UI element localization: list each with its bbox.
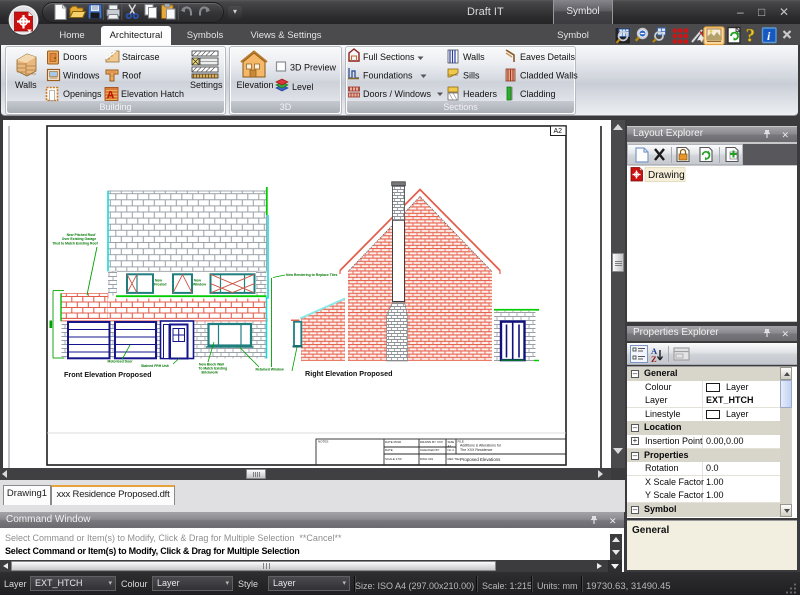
svg-text:Roof: Roof <box>122 71 142 81</box>
svg-text:Settings: Settings <box>190 80 223 90</box>
svg-text:DATE 05/00: DATE 05/00 <box>385 440 401 444</box>
svg-text:Right Elevation Proposed: Right Elevation Proposed <box>305 369 392 378</box>
svg-text:Windows: Windows <box>63 71 100 81</box>
svg-text:DATE: DATE <box>385 448 393 452</box>
svg-text:Full Sections: Full Sections <box>363 52 415 62</box>
svg-text:Brickwork: Brickwork <box>202 371 219 375</box>
svg-text:Eaves Details: Eaves Details <box>520 52 576 62</box>
svg-text:Frosted: Frosted <box>154 283 166 287</box>
svg-text:No 4: No 4 <box>448 448 455 452</box>
svg-text:Drawing: Drawing <box>648 170 685 181</box>
svg-text:New Rendering to Replace Tile: New Rendering to Replace Tiles <box>286 273 337 277</box>
svg-text:Walls: Walls <box>463 52 485 62</box>
svg-text:?: ? <box>746 26 756 47</box>
svg-text:Headers: Headers <box>463 89 498 99</box>
svg-text:A: A <box>107 90 115 102</box>
svg-text:Front Elevation Proposed: Front Elevation Proposed <box>64 370 151 379</box>
svg-text:Elevation: Elevation <box>237 80 274 90</box>
svg-text:Level: Level <box>292 82 314 92</box>
svg-text:Elevation Hatch: Elevation Hatch <box>121 89 184 99</box>
svg-text:Z: Z <box>651 354 657 364</box>
svg-text:REF Title: REF Title <box>448 457 461 461</box>
svg-text:Tiled to Match Existing Roof: Tiled to Match Existing Roof <box>52 241 98 245</box>
svg-text:Sills: Sills <box>463 71 480 81</box>
svg-text:Staircase: Staircase <box>122 52 160 62</box>
svg-text:CHECKED BY: CHECKED BY <box>420 448 440 452</box>
svg-text:SCALE 1:50: SCALE 1:50 <box>385 457 402 461</box>
svg-text:Cladded Walls: Cladded Walls <box>520 71 578 81</box>
svg-text:Cladding: Cladding <box>520 89 556 99</box>
svg-text:Foundations: Foundations <box>363 71 413 81</box>
svg-text:Doors / Windows: Doors / Windows <box>363 89 432 99</box>
svg-text:The XXX Residence: The XXX Residence <box>460 448 492 452</box>
svg-text:Openings: Openings <box>63 89 102 99</box>
svg-text:Motorised Door: Motorised Door <box>108 360 134 364</box>
svg-text:Stained FRH Unit: Stained FRH Unit <box>141 364 170 368</box>
svg-text:3D Preview: 3D Preview <box>290 63 337 73</box>
svg-text:Proposed Elevations: Proposed Elevations <box>460 457 501 462</box>
svg-text:NOTES: NOTES <box>318 440 328 444</box>
svg-text:Window: Window <box>193 283 206 287</box>
svg-text:DWG 001: DWG 001 <box>420 457 434 461</box>
svg-text:Walls: Walls <box>15 80 37 90</box>
svg-text:Retained Window: Retained Window <box>256 368 285 372</box>
svg-text:A2: A2 <box>554 128 563 135</box>
svg-text:DRAWN BY XXX: DRAWN BY XXX <box>420 440 443 444</box>
svg-text:Doors: Doors <box>63 52 88 62</box>
